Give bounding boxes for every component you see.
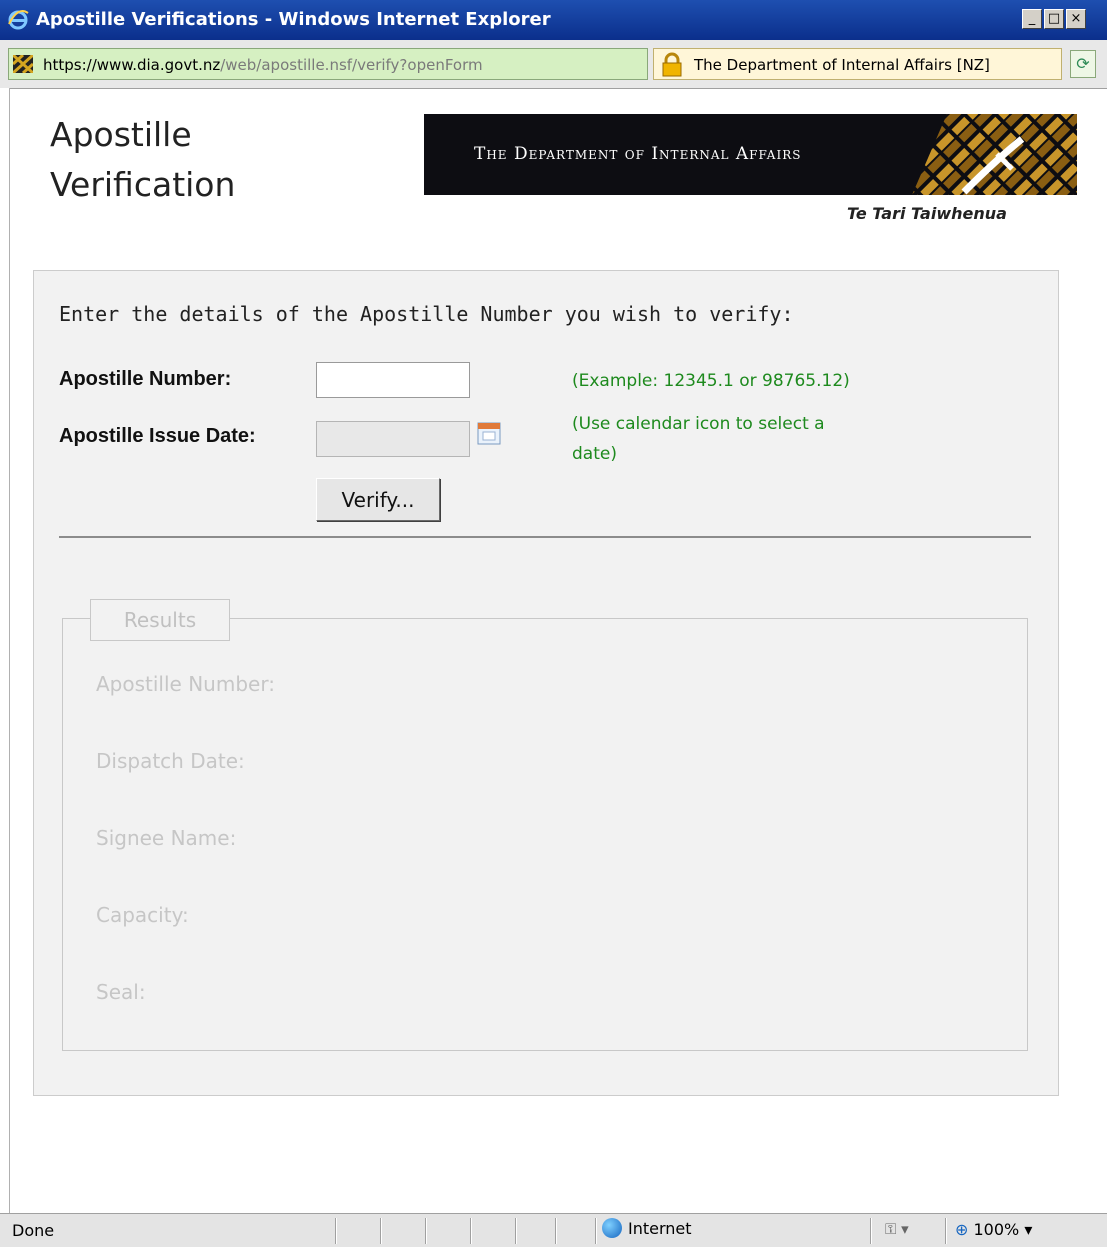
status-divider (945, 1218, 946, 1244)
close-button[interactable]: × (1066, 9, 1086, 29)
form-divider (59, 536, 1031, 538)
status-bar: Done Internet ⚿ ▾ ⊕ 100% ▾ (0, 1213, 1107, 1247)
site-favicon-icon (13, 55, 33, 73)
verify-button[interactable]: Verify... (316, 478, 440, 521)
zone-label: Internet (628, 1219, 692, 1238)
result-signee-name-label: Signee Name: (96, 826, 237, 850)
security-zone[interactable]: Internet (602, 1218, 692, 1238)
url-text: https://www.dia.govt.nz/web/apostille.ns… (43, 56, 483, 74)
results-legend: Results (90, 599, 230, 641)
status-divider (555, 1218, 556, 1244)
page-left-edge (0, 88, 10, 1213)
window-title: Apostille Verifications - Windows Intern… (36, 9, 551, 30)
address-bar: https://www.dia.govt.nz/web/apostille.ns… (0, 40, 1107, 89)
status-divider (380, 1218, 381, 1244)
zoom-control[interactable]: ⊕ 100% ▾ (955, 1220, 1032, 1239)
zoom-icon: ⊕ (955, 1220, 969, 1239)
page-title: Apostille Verification (50, 110, 350, 210)
apostille-number-label: Apostille Number: (59, 368, 232, 390)
security-label: The Department of Internal Affairs [NZ] (694, 56, 990, 74)
maximize-button[interactable]: □ (1044, 9, 1064, 29)
result-seal-label: Seal: (96, 980, 146, 1004)
calendar-hint: (Use calendar icon to select a date) (572, 414, 825, 464)
form-intro: Enter the details of the Apostille Numbe… (59, 302, 794, 326)
status-text: Done (12, 1221, 55, 1240)
globe-icon (602, 1218, 622, 1238)
banner-subtitle: Te Tari Taiwhenua (847, 204, 1007, 223)
url-scheme: https:// (43, 56, 97, 74)
example-hint: (Example: 12345.1 or 98765.12) (572, 371, 850, 391)
status-divider (335, 1218, 336, 1244)
result-capacity-label: Capacity: (96, 903, 189, 927)
status-divider (595, 1218, 596, 1244)
zoom-level: 100% (973, 1220, 1020, 1239)
dia-banner: The Department of Internal Affairs (424, 114, 1077, 195)
status-divider (425, 1218, 426, 1244)
status-divider (870, 1218, 871, 1244)
security-report[interactable]: The Department of Internal Affairs [NZ] (653, 48, 1062, 80)
internet-explorer-icon (8, 10, 29, 30)
url-domain: www.dia.govt.nz (96, 56, 221, 74)
apostille-number-input[interactable] (316, 362, 470, 398)
protected-mode-icon[interactable]: ⚿ ▾ (885, 1220, 909, 1238)
banner-text: The Department of Internal Affairs (474, 144, 802, 164)
issue-date-input[interactable] (316, 421, 470, 457)
refresh-icon[interactable]: ⟳ (1070, 50, 1096, 78)
status-divider (515, 1218, 516, 1244)
lock-icon (662, 52, 682, 77)
url-field[interactable]: https://www.dia.govt.nz/web/apostille.ns… (8, 48, 648, 80)
issue-date-label: Apostille Issue Date: (59, 425, 256, 447)
result-apostille-number-label: Apostille Number: (96, 672, 275, 696)
page-title-line2: Verification (50, 165, 236, 204)
url-path: /web/apostille.nsf/verify?openForm (220, 56, 483, 74)
window-titlebar: Apostille Verifications - Windows Intern… (0, 0, 1107, 40)
minimize-button[interactable]: _ (1022, 9, 1042, 29)
calendar-icon[interactable] (477, 422, 501, 445)
result-dispatch-date-label: Dispatch Date: (96, 749, 245, 773)
status-divider (470, 1218, 471, 1244)
weave-logo-icon (912, 114, 1077, 195)
page-title-line1: Apostille (50, 115, 192, 154)
